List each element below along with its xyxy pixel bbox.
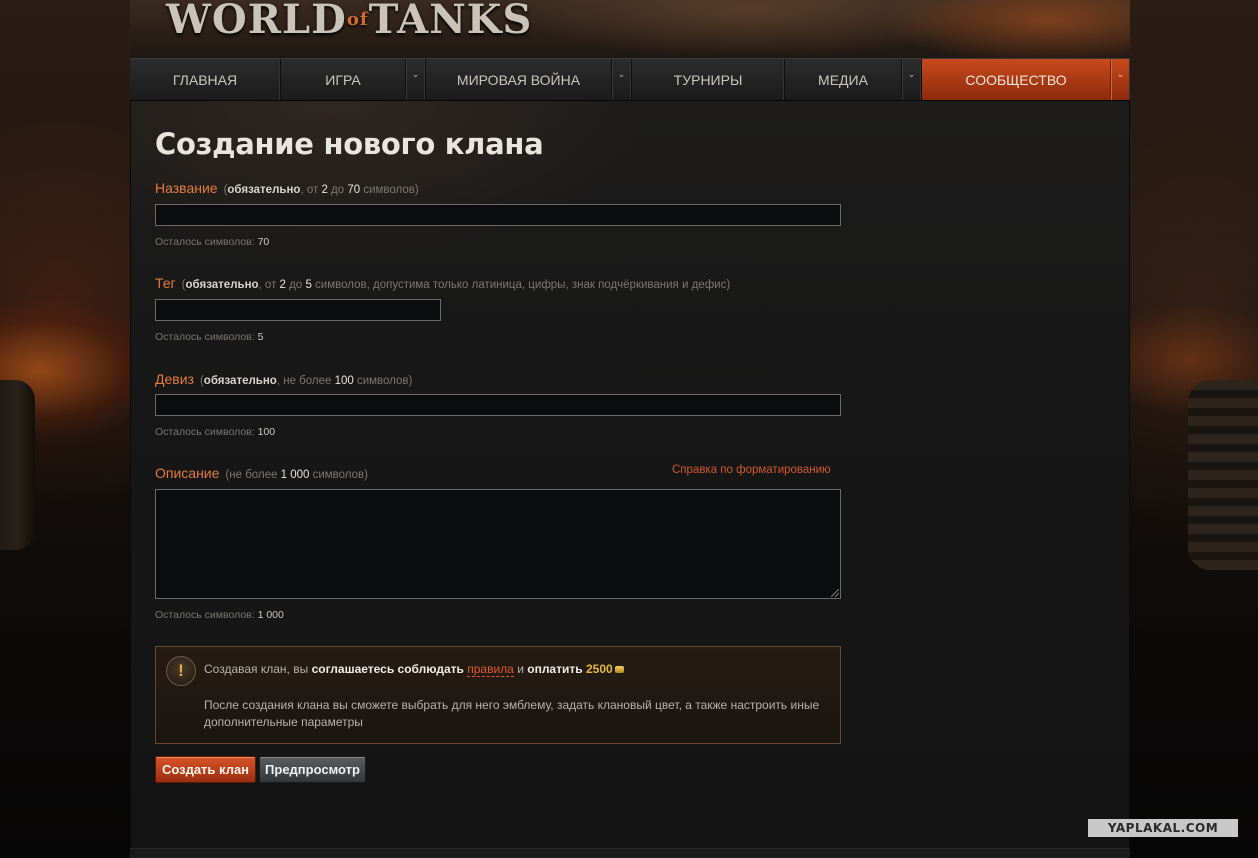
resize-grip-icon[interactable]: [831, 589, 839, 597]
watermark: YAPLAKAL.COM: [1088, 819, 1238, 837]
main-navigation: ГЛАВНАЯ ИГРА ⌄ МИРОВАЯ ВОЙНА ⌄ ТУРНИРЫ М…: [130, 58, 1130, 101]
nav-item-global-war[interactable]: МИРОВАЯ ВОЙНА ⌄: [426, 59, 632, 100]
clan-motto-counter: Осталось символов: 100: [155, 426, 276, 438]
nav-item-label: ИГРА: [325, 71, 361, 88]
nav-item-tournaments[interactable]: ТУРНИРЫ: [632, 59, 785, 100]
clan-name-input[interactable]: [155, 204, 841, 226]
world-of-tanks-logo[interactable]: WORLDofTANKS: [166, 0, 532, 43]
nav-item-label: МИРОВАЯ ВОЙНА: [456, 71, 581, 88]
clan-description-label: Описание (не более 1 000 символов): [155, 465, 368, 481]
clan-name-label: Название (обязательно, от 2 до 70 символо…: [155, 180, 419, 196]
clan-tag-hint: (обязательно, от 2 до 5 символов, допуст…: [181, 279, 731, 291]
clan-motto-hint: (обязательно, не более 100 символов): [199, 375, 413, 387]
chevron-down-icon[interactable]: ⌄: [405, 59, 425, 100]
notice-agreement-text: Создавая клан, вы соглашаетесь соблюдать…: [204, 662, 624, 677]
chevron-down-icon[interactable]: ⌄: [901, 59, 921, 100]
content-panel-footer: [130, 848, 1130, 858]
formatting-help-link[interactable]: Справка по форматированию: [672, 464, 831, 476]
tank-silhouette-right: [1188, 380, 1258, 570]
site-header: WORLDofTANKS: [130, 0, 1130, 58]
create-clan-button[interactable]: Создать клан: [155, 756, 256, 783]
clan-price: 2500: [585, 662, 613, 676]
clan-motto-label: Девиз (обязательно, не более 100 символов…: [155, 371, 413, 387]
page-title: Создание нового клана: [155, 127, 544, 161]
nav-item-media[interactable]: МЕДИА ⌄: [785, 59, 922, 100]
notice-box: ! Создавая клан, вы соглашаетесь соблюда…: [155, 646, 841, 744]
clan-description-hint: (не более 1 000 символов): [225, 469, 368, 481]
notice-info-text: После создания клана вы сможете выбрать …: [204, 698, 820, 729]
nav-item-home[interactable]: ГЛАВНАЯ: [130, 59, 281, 100]
gold-coin-icon: [614, 666, 624, 673]
preview-button[interactable]: Предпросмотр: [259, 756, 366, 783]
rules-link[interactable]: правила: [467, 662, 514, 677]
clan-tag-counter: Осталось символов: 5: [155, 331, 264, 343]
nav-item-label: ГЛАВНАЯ: [172, 71, 238, 88]
clan-tag-input[interactable]: [155, 299, 441, 321]
clan-motto-input[interactable]: [155, 394, 841, 416]
clan-name-counter: Осталось символов: 70: [155, 236, 270, 248]
warning-icon: !: [166, 656, 196, 686]
nav-item-community[interactable]: СООБЩЕСТВО ⌄: [922, 59, 1130, 100]
clan-tag-label: Тег (обязательно, от 2 до 5 символов, доп…: [155, 275, 731, 291]
nav-item-label: МЕДИА: [818, 71, 868, 88]
nav-item-label: ТУРНИРЫ: [673, 71, 743, 88]
chevron-down-icon[interactable]: ⌄: [1110, 59, 1130, 100]
nav-item-label: СООБЩЕСТВО: [965, 71, 1067, 88]
tank-silhouette-left: [0, 380, 35, 550]
chevron-down-icon[interactable]: ⌄: [611, 59, 631, 100]
clan-name-hint: (обязательно, от 2 до 70 символов): [223, 184, 419, 196]
clan-description-counter: Осталось символов: 1 000: [155, 609, 284, 621]
clan-description-textarea[interactable]: [155, 489, 841, 599]
nav-item-game[interactable]: ИГРА ⌄: [281, 59, 426, 100]
